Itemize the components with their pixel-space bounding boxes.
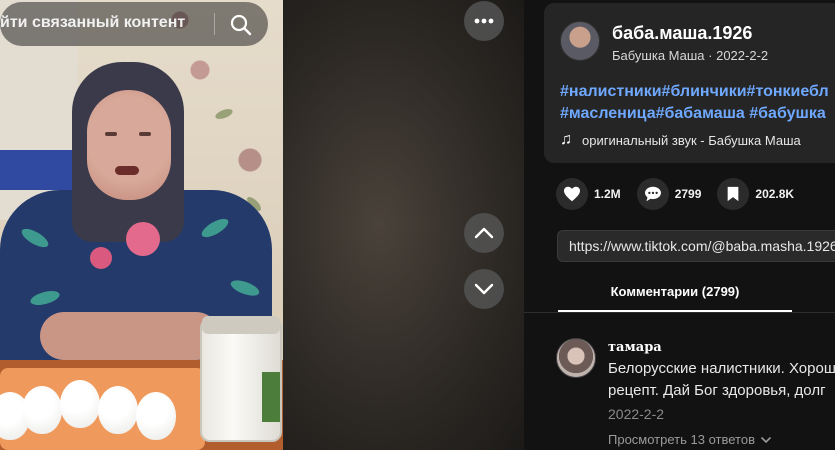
scarf-flower	[90, 247, 112, 269]
egg	[98, 386, 138, 434]
comment-text-line: рецепт. Дай Бог здоровья, долг	[608, 382, 826, 399]
video-frame[interactable]: йти связанный контент	[0, 0, 283, 450]
search-icon[interactable]	[228, 12, 254, 38]
scarf-flower	[126, 222, 160, 256]
heart-icon	[564, 186, 580, 202]
egg	[60, 380, 100, 428]
search-placeholder[interactable]: йти связанный контент	[0, 14, 185, 32]
next-video-button[interactable]	[464, 269, 504, 309]
sound-title[interactable]: оригинальный звук - Бабушка Маша	[582, 133, 801, 148]
bookmark-icon	[728, 186, 739, 202]
sound-link[interactable]: ♫ оригинальный звук - Бабушка Маша	[560, 131, 801, 149]
previous-video-button[interactable]	[464, 213, 504, 253]
jar-lid	[202, 316, 280, 334]
mouth	[115, 166, 139, 175]
music-note-icon: ♫	[560, 131, 572, 148]
comment-text: Белорусские налистники. Хорош рецепт. Да…	[608, 358, 835, 402]
hands	[40, 312, 220, 360]
hashtags: #налистники#блинчики#тонкиебл #масленица…	[560, 81, 835, 125]
like-action[interactable]: 1.2M	[556, 178, 621, 210]
video-player[interactable]: йти связанный контент	[0, 0, 524, 450]
comment-count: 2799	[674, 187, 702, 201]
comment-button[interactable]	[636, 178, 669, 210]
egg	[22, 386, 62, 434]
eye	[105, 132, 117, 136]
tabs-divider	[524, 312, 835, 313]
hashtags-line[interactable]: #масленица#бабамаша #бабушка	[560, 103, 835, 125]
details-panel: баба.маша.1926 Бабушка Маша · 2022-2-2 #…	[524, 0, 835, 450]
author-avatar[interactable]	[560, 21, 600, 61]
search-divider	[214, 13, 215, 35]
like-button[interactable]	[556, 178, 588, 210]
author-subline: Бабушка Маша · 2022-2-2	[612, 48, 768, 63]
save-count: 202.8K	[755, 187, 795, 201]
post-date: 2022-2-2	[716, 48, 769, 63]
author-display-name[interactable]: Бабушка Маша	[612, 48, 705, 63]
comment-text-line: Белорусские налистники. Хорош	[608, 360, 835, 377]
action-bar: 1.2M 2799 202.8K	[556, 178, 810, 210]
comment-date: 2022-2-2	[608, 406, 665, 422]
face	[87, 90, 171, 200]
more-options-button[interactable]	[464, 1, 504, 41]
comment-action[interactable]: 2799	[636, 178, 702, 210]
more-horizontal-icon	[474, 18, 494, 24]
subline-separator: ·	[704, 48, 717, 63]
chevron-down-icon	[474, 283, 494, 295]
commenter-avatar[interactable]	[556, 338, 596, 378]
hashtags-line[interactable]: #налистники#блинчики#тонкиебл	[560, 81, 835, 103]
egg	[136, 392, 176, 440]
chevron-up-icon	[474, 227, 494, 239]
chevron-down-icon	[761, 436, 771, 443]
like-count: 1.2M	[594, 187, 621, 201]
comment-bubble-icon	[644, 186, 661, 202]
save-button[interactable]	[717, 178, 750, 210]
save-action[interactable]: 202.8K	[717, 178, 794, 210]
view-replies-link[interactable]: Просмотреть 13 ответов	[608, 432, 771, 447]
tab-comments[interactable]: Комментарии (2799)	[558, 284, 792, 299]
commenter-name[interactable]: тамара	[608, 340, 662, 355]
jar-label	[262, 372, 280, 422]
view-replies-label[interactable]: Просмотреть 13 ответов	[608, 432, 755, 447]
related-content-search[interactable]: йти связанный контент	[0, 2, 268, 46]
eye	[139, 132, 151, 136]
author-card: баба.маша.1926 Бабушка Маша · 2022-2-2 #…	[544, 3, 835, 163]
share-url-field[interactable]: https://www.tiktok.com/@baba.masha.1926	[557, 230, 835, 262]
author-username[interactable]: баба.маша.1926	[612, 23, 752, 44]
